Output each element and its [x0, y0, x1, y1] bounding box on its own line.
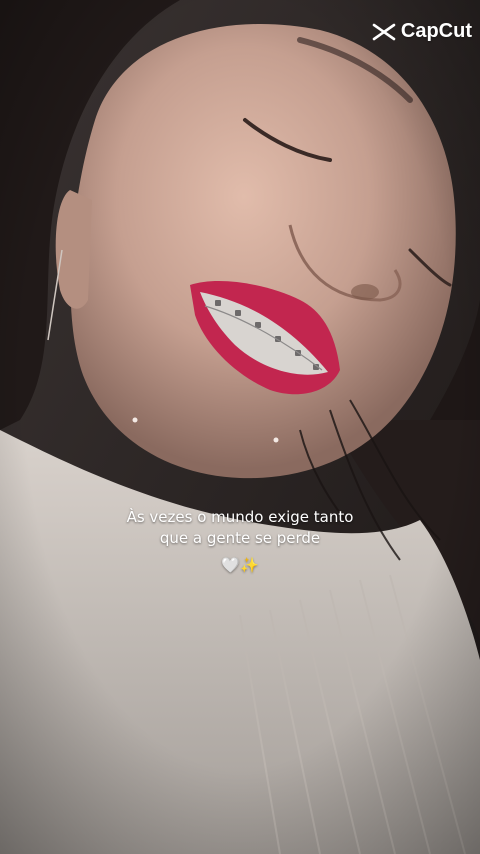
- selfie-photo: [0, 0, 480, 854]
- caption-line-1: Às vezes o mundo exige tanto: [126, 508, 354, 526]
- caption-text: Às vezes o mundo exige tanto que a gente…: [0, 507, 480, 549]
- heart-sparkles-emoji: 🤍✨: [221, 556, 259, 574]
- capcut-label: CapCut: [400, 20, 472, 42]
- capcut-watermark: CapCut: [372, 20, 472, 43]
- capcut-logo-icon: [372, 23, 396, 41]
- caption-line-2: que a gente se perde: [159, 529, 321, 547]
